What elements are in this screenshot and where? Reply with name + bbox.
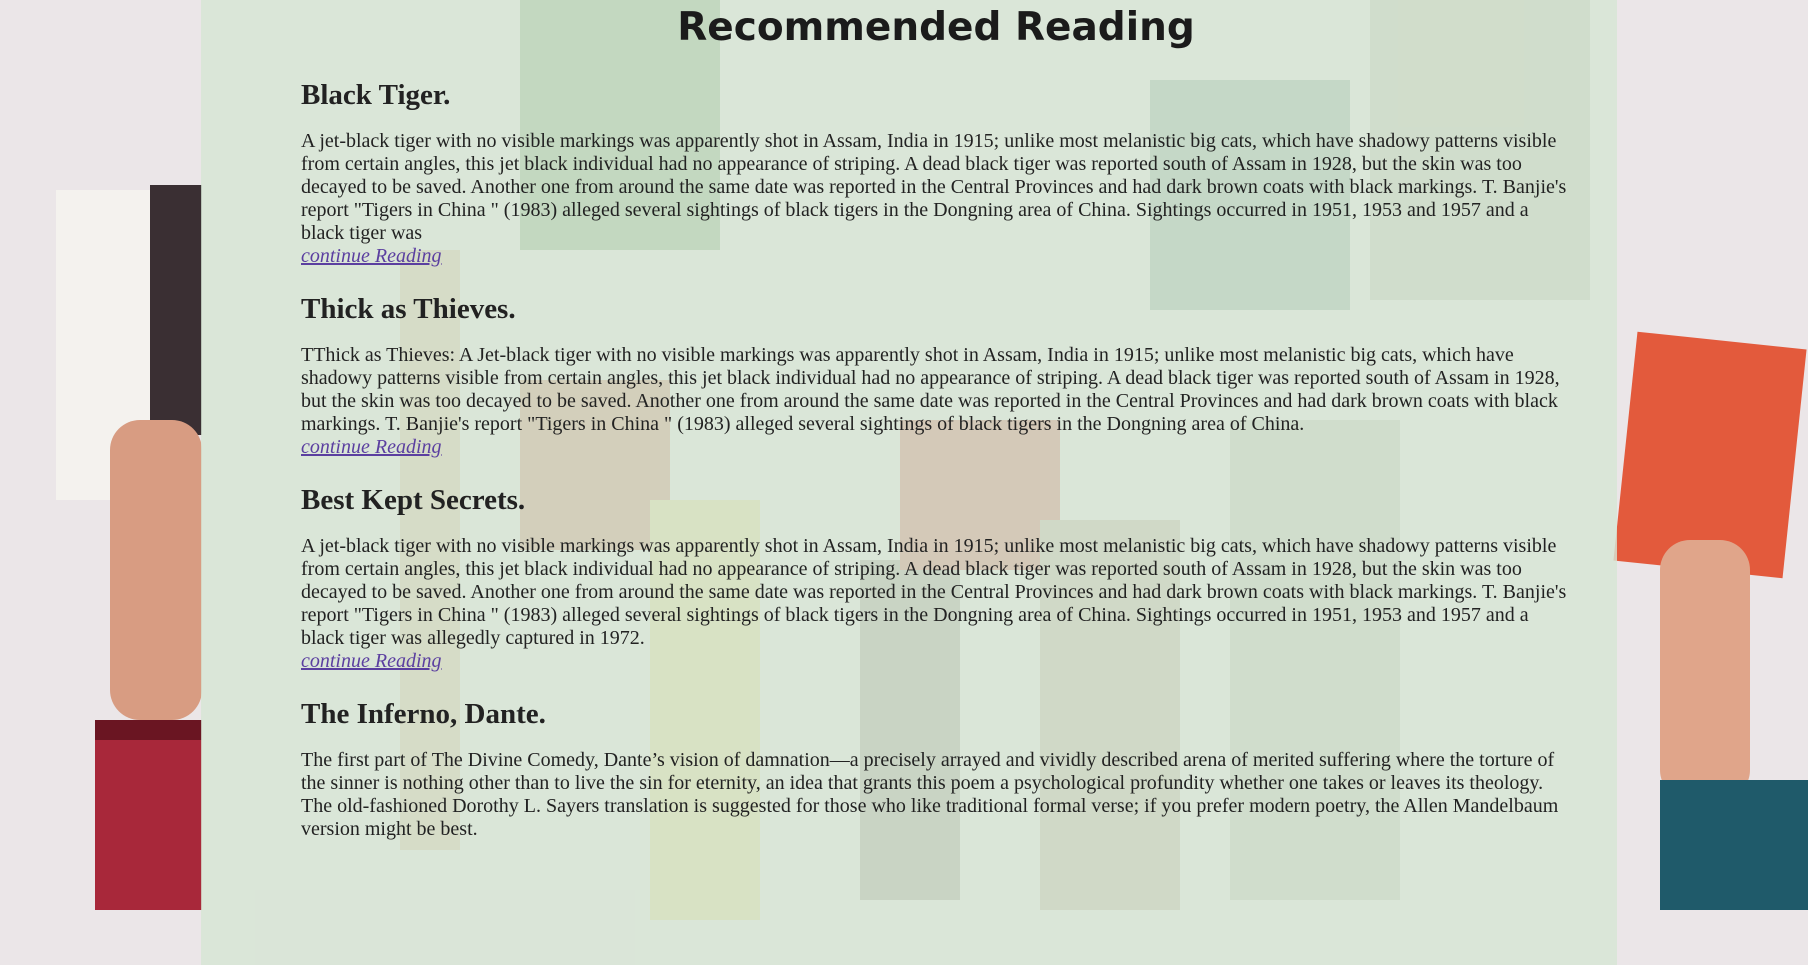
article-body: TThick as Thieves: A Jet-black tiger wit… [301, 344, 1560, 435]
article-title: Black Tiger. [301, 79, 451, 111]
article-body: The first part of The Divine Comedy, Dan… [301, 749, 1559, 840]
article-title: The Inferno, Dante. [301, 698, 546, 730]
page-title: Recommended Reading [677, 5, 1195, 50]
article-black-tiger: Black Tiger. A jet-black tiger with no v… [301, 78, 1571, 268]
article-title: Thick as Thieves. [301, 293, 516, 325]
continue-reading-link[interactable]: continue Reading [301, 436, 1571, 459]
article-best-kept-secrets: Best Kept Secrets. A jet-black tiger wit… [301, 483, 1571, 673]
article-body: A jet-black tiger with no visible markin… [301, 535, 1567, 649]
main-content: Recommended Reading Black Tiger. A jet-b… [301, 0, 1571, 841]
page: Recommended Reading Black Tiger. A jet-b… [0, 0, 1808, 965]
article-title: Best Kept Secrets. [301, 484, 526, 516]
continue-reading-link[interactable]: continue Reading [301, 650, 1571, 673]
article-body: A jet-black tiger with no visible markin… [301, 130, 1567, 244]
continue-reading-link[interactable]: continue Reading [301, 245, 1571, 268]
article-the-inferno: The Inferno, Dante. The first part of Th… [301, 697, 1571, 841]
article-thick-as-thieves: Thick as Thieves. TThick as Thieves: A J… [301, 292, 1571, 459]
